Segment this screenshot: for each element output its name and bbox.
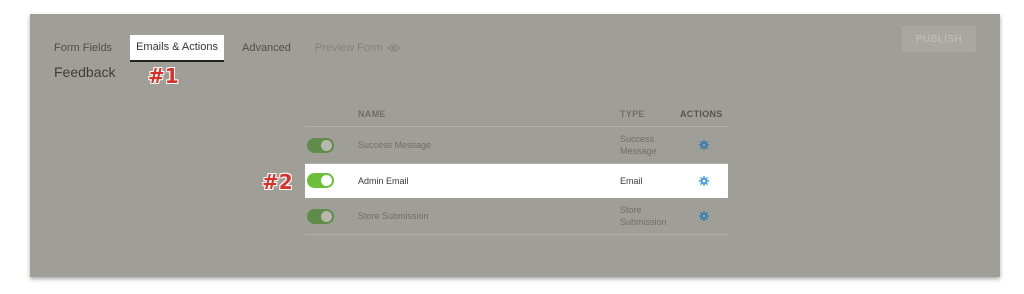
action-type-line2: Submission xyxy=(620,217,667,227)
column-header-actions: ACTIONS xyxy=(680,108,723,119)
action-type: Success Message xyxy=(620,133,680,157)
eye-icon xyxy=(387,44,400,52)
action-type: Store Submission xyxy=(620,204,680,228)
page-title: Feedback xyxy=(54,64,116,80)
tab-preview-label: Preview Form xyxy=(314,42,383,54)
publish-button[interactable]: PUBLISH xyxy=(902,26,976,52)
enable-toggle[interactable] xyxy=(307,137,334,153)
column-header-type: TYPE xyxy=(620,108,645,119)
enable-toggle[interactable] xyxy=(307,208,334,224)
tab-advanced[interactable]: Advanced xyxy=(242,42,291,54)
gear-icon[interactable] xyxy=(699,211,709,221)
form-builder-panel: Form Fields Emails & Actions Advanced Pr… xyxy=(30,14,1000,277)
tab-emails-actions[interactable]: Emails & Actions xyxy=(130,34,224,62)
tab-preview-form[interactable]: Preview Form xyxy=(315,42,400,54)
table-header: NAME TYPE ACTIONS xyxy=(305,101,728,127)
table-row: Success Message Success Message xyxy=(305,127,728,164)
action-name: Admin Email xyxy=(358,175,409,186)
action-name: Store Submission xyxy=(358,211,429,221)
gear-icon[interactable] xyxy=(699,140,709,150)
enable-toggle[interactable] xyxy=(307,173,334,188)
action-type-line1: Success xyxy=(620,134,655,144)
action-type: Email xyxy=(620,175,643,186)
column-header-name: NAME xyxy=(358,108,386,119)
tab-bar: Form Fields Emails & Actions Advanced Pr… xyxy=(54,32,424,64)
annotation-label-1: #1 xyxy=(148,64,179,88)
annotation-label-2: #2 xyxy=(262,170,293,194)
gear-icon[interactable] xyxy=(699,175,709,186)
table-row: Store Submission Store Submission xyxy=(305,198,728,235)
table-row-highlighted: Admin Email Email xyxy=(305,164,728,198)
action-name: Success Message xyxy=(358,140,432,150)
actions-table: NAME TYPE ACTIONS Success Message Succes… xyxy=(305,101,728,235)
action-type-line1: Store xyxy=(620,205,642,215)
tab-form-fields[interactable]: Form Fields xyxy=(54,42,112,54)
action-type-line2: Message xyxy=(620,146,657,156)
